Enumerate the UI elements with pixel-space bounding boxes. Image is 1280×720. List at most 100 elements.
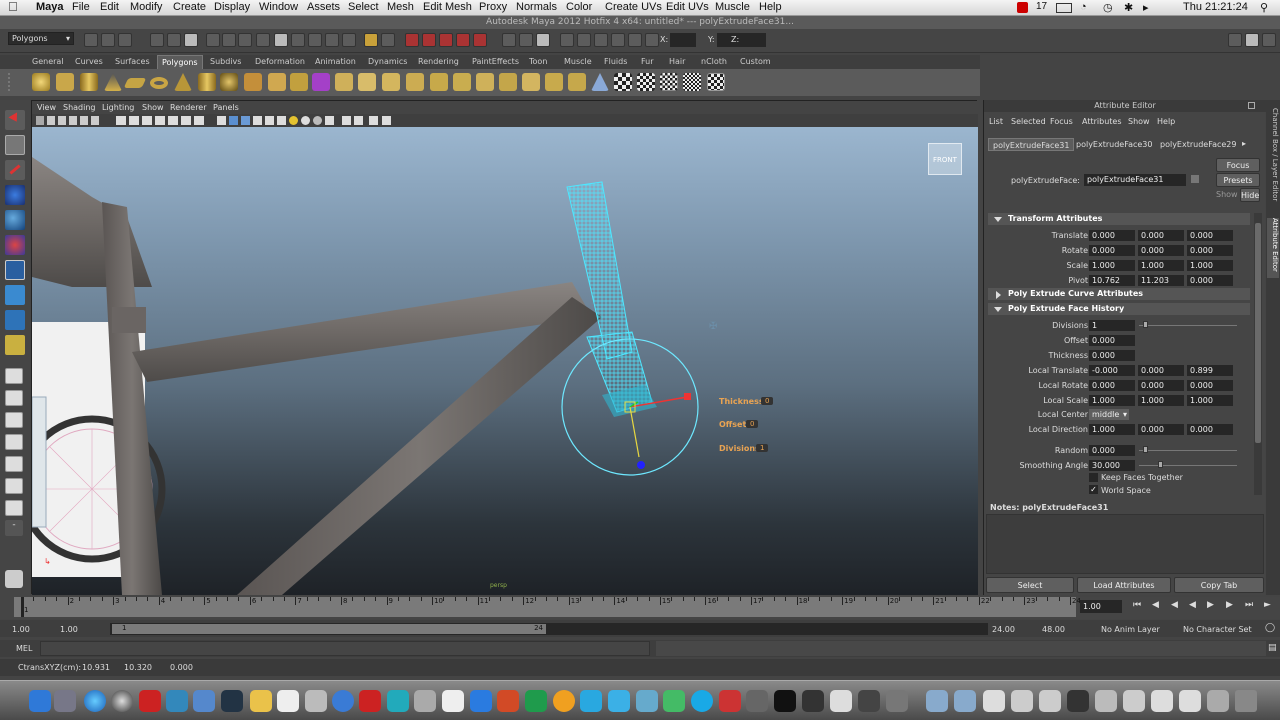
tab-ncloth[interactable]: nCloth [697,55,731,69]
vp-menu-renderer[interactable]: Renderer [170,103,207,112]
history-icon[interactable] [381,33,395,47]
maya-icon[interactable] [886,690,908,712]
trash-icon[interactable] [1235,690,1257,712]
tab-toon[interactable]: Toon [525,55,551,69]
safe-title-icon[interactable] [194,116,204,125]
show-manipulator-icon[interactable] [5,310,25,330]
go-to-input-icon[interactable] [1191,175,1199,183]
presets-button[interactable]: Presets [1216,173,1260,187]
translate-y-field[interactable]: 0.000 [1138,230,1184,241]
tab-polyextrudeface30[interactable]: polyExtrudeFace30 [1072,138,1156,151]
manipulator-z-handle[interactable] [637,461,645,469]
use-all-lights-icon[interactable] [277,116,286,125]
manipulator-tool-icon[interactable] [5,260,25,280]
x-field[interactable] [670,33,696,47]
tab-rendering[interactable]: Rendering [414,55,463,69]
transform-icon[interactable] [628,33,642,47]
app-store-icon[interactable] [166,690,188,712]
offset-field[interactable]: 0.000 [1089,335,1135,346]
poly-pipe-icon[interactable] [198,73,216,91]
divisions-slider[interactable] [1139,325,1237,326]
shadows-icon[interactable] [289,116,298,125]
character-set-select[interactable]: No Character Set [1183,625,1252,634]
menu-window[interactable]: Window [259,1,298,13]
inkscape-icon[interactable] [442,690,464,712]
ae-menu-focus[interactable]: Focus [1050,117,1073,126]
mirror-icon[interactable] [406,73,424,91]
rotate-tool-icon[interactable] [5,210,25,230]
menu-file[interactable]: File [72,1,90,13]
pivot-z-field[interactable]: 0.000 [1187,275,1233,286]
activity-monitor-icon[interactable] [802,690,824,712]
divisions-slider-handle[interactable] [1143,321,1148,328]
smooth-shade-icon[interactable] [229,116,238,125]
menu-proxy[interactable]: Proxy [479,1,507,13]
ae-menu-selected[interactable]: Selected [1011,117,1046,126]
camera-select-icon[interactable] [36,116,44,125]
depth-of-field-icon[interactable] [342,116,351,125]
last-tool-icon[interactable] [5,335,25,355]
input-mode-icon[interactable] [577,33,591,47]
magnet-icon-5[interactable] [473,33,487,47]
wireframe-on-shaded-icon[interactable] [241,116,250,125]
section-poly-extrude-curve[interactable]: Poly Extrude Curve Attributes [988,288,1250,300]
ae-scrollbar[interactable] [1254,213,1262,495]
go-to-start-icon[interactable]: ⏮ [1133,600,1141,610]
boolean-union-icon[interactable] [335,73,353,91]
tab-fur[interactable]: Fur [637,55,658,69]
crossover-icon[interactable] [719,690,741,712]
face-icon[interactable] [274,33,288,47]
vp-menu-show[interactable]: Show [142,103,164,112]
append-icon[interactable] [476,73,494,91]
utility-2-icon[interactable] [746,690,768,712]
ae-menu-help[interactable]: Help [1157,117,1175,126]
step-forward-frame-icon[interactable]: ▶ [1226,600,1233,610]
keychain-icon[interactable] [858,690,880,712]
copy-tab-button[interactable]: Copy Tab [1174,577,1264,593]
system-preferences-icon[interactable] [111,690,133,712]
xray-icon[interactable] [253,116,262,125]
soft-mod-tool-icon[interactable] [5,285,25,305]
poly-cone-icon[interactable] [104,73,122,91]
notes-app-icon[interactable] [250,690,272,712]
lasso-tool-icon[interactable] [5,135,25,155]
apple-icon[interactable]:  [8,0,18,14]
downloads-stack-icon[interactable] [983,690,1005,712]
tab-subdivs[interactable]: Subdivs [206,55,245,69]
menu-mesh[interactable]: Mesh [387,1,414,13]
rotate-z-field[interactable]: 0.000 [1187,245,1233,256]
local-scale-y-field[interactable]: 1.000 [1138,395,1184,406]
hypershade-layout-icon[interactable] [5,478,23,494]
mask-icon[interactable] [206,33,220,47]
tab-polygons[interactable]: Polygons [157,55,203,69]
skype-icon[interactable] [691,690,713,712]
persp-outliner-layout-icon[interactable] [5,434,23,450]
world-space-checkbox[interactable]: ✓ [1089,485,1098,494]
time-machine-icon[interactable]: ◷ [1103,1,1113,14]
magnet-icon-3[interactable] [439,33,453,47]
boolean-intersection-icon[interactable] [382,73,400,91]
resolution-gate-icon[interactable] [142,116,152,125]
safari-icon[interactable] [84,690,106,712]
calendar-icon[interactable] [139,690,161,712]
range-end-field[interactable]: 24.00 [992,625,1015,634]
scale-y-field[interactable]: 1.000 [1138,260,1184,271]
local-scale-z-field[interactable]: 1.000 [1187,395,1233,406]
maps-icon[interactable] [636,690,658,712]
normals-icon[interactable] [591,73,609,91]
spherical-map-icon[interactable] [683,73,701,91]
menu-edit-uvs[interactable]: Edit UVs [666,1,709,13]
vp-menu-view[interactable]: View [37,103,56,112]
loop-icon[interactable]: ► [1264,600,1271,610]
menu-maya[interactable]: Maya [36,1,64,13]
local-translate-z-field[interactable]: 0.899 [1187,365,1233,376]
divisions-field[interactable]: 1 [1089,320,1135,331]
outliner-layout-icon[interactable] [5,500,23,516]
menu-select[interactable]: Select [348,1,379,13]
tab-hair[interactable]: Hair [665,55,689,69]
quicktime-icon[interactable] [221,690,243,712]
viewport-3d[interactable]: ✠ FRONT Thickness 0 Offset 0 Divisions 1… [32,127,978,595]
magnet-icon[interactable] [405,33,419,47]
pivot-x-field[interactable]: 10.762 [1089,275,1135,286]
play-backwards-icon[interactable]: ◀ [1189,600,1196,610]
